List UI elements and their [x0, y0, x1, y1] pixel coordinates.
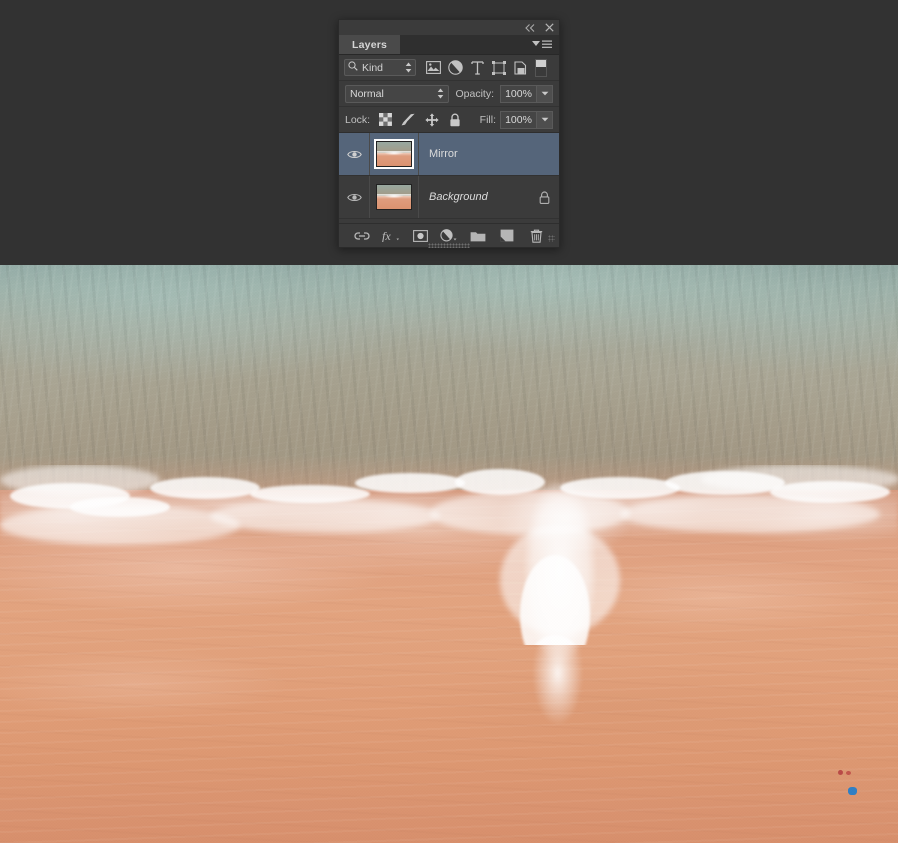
- layer-name-label: Background: [429, 191, 488, 203]
- opacity-dropdown-icon[interactable]: [536, 84, 553, 103]
- fill-field[interactable]: 100%: [500, 110, 553, 129]
- beach-aerial-thumbnail[interactable]: [374, 139, 414, 169]
- tab-layers[interactable]: Layers: [339, 35, 401, 54]
- filter-shape-layers-icon[interactable]: [488, 57, 510, 79]
- new-group-icon[interactable]: [469, 227, 487, 245]
- filter-type-icons[interactable]: [422, 57, 547, 79]
- new-layer-icon[interactable]: [498, 227, 516, 245]
- fill-dropdown-icon[interactable]: [536, 110, 553, 129]
- new-adjustment-layer-icon[interactable]: [440, 227, 458, 245]
- photoshop-workspace: Layers Kind Normal Opacity: 100% Lock: F…: [0, 0, 898, 843]
- panel-titlebar[interactable]: [339, 20, 559, 35]
- filter-kind-label: Kind: [362, 61, 384, 74]
- lock-label: Lock:: [345, 113, 371, 126]
- fill-value[interactable]: 100%: [500, 110, 536, 129]
- opacity-label: Opacity:: [455, 87, 494, 100]
- filter-toggle-switch[interactable]: [535, 58, 547, 77]
- layer-name-cell[interactable]: Mirror: [419, 148, 529, 160]
- lock-position-icon[interactable]: [422, 110, 441, 129]
- blend-mode-spinner-icon[interactable]: [437, 88, 444, 99]
- beach-aerial-thumbnail[interactable]: [376, 184, 412, 210]
- layer-row-background[interactable]: Background: [339, 176, 559, 219]
- add-layer-mask-icon[interactable]: [411, 227, 429, 245]
- lock-transparent-pixels-icon[interactable]: [376, 110, 395, 129]
- filter-kind-spinner-icon[interactable]: [405, 62, 412, 73]
- layer-name-label: Mirror: [429, 148, 458, 160]
- blend-mode-select[interactable]: Normal: [345, 84, 450, 103]
- filter-smart-objects-icon[interactable]: [510, 57, 532, 79]
- panel-menu-button[interactable]: [531, 35, 559, 54]
- layer-visibility-toggle[interactable]: [339, 149, 369, 160]
- layer-filter-row[interactable]: Kind: [339, 55, 559, 81]
- fill-label: Fill:: [479, 113, 496, 126]
- photo-grain: [0, 265, 898, 843]
- filter-adjustment-layers-icon[interactable]: [444, 57, 466, 79]
- layer-visibility-toggle[interactable]: [339, 192, 369, 203]
- layer-style-fx-icon[interactable]: fx: [382, 227, 400, 245]
- lock-image-pixels-icon[interactable]: [399, 110, 418, 129]
- panel-body: Kind Normal Opacity: 100% Lock: Fill: 10…: [339, 55, 559, 219]
- opacity-value[interactable]: 100%: [500, 84, 536, 103]
- panel-tab-strip[interactable]: Layers: [339, 35, 559, 55]
- layer-list[interactable]: Mirror Background: [339, 133, 559, 219]
- tab-layers-label: Layers: [352, 38, 388, 51]
- svg-text:fx: fx: [382, 229, 391, 242]
- filter-kind-select[interactable]: Kind: [344, 59, 416, 76]
- image-canvas[interactable]: [0, 265, 898, 843]
- panel-resize-grip[interactable]: [548, 235, 555, 242]
- layer-lock-indicator: [529, 190, 559, 204]
- layer-thumbnail-cell[interactable]: [369, 133, 419, 175]
- layers-panel[interactable]: Layers Kind Normal Opacity: 100% Lock: F…: [338, 19, 560, 248]
- opacity-field[interactable]: 100%: [500, 84, 553, 103]
- lock-fill-row[interactable]: Lock: Fill: 100%: [339, 107, 559, 133]
- lock-all-icon[interactable]: [445, 110, 464, 129]
- search-icon: [348, 61, 358, 74]
- panel-drag-handle[interactable]: [428, 243, 470, 248]
- blend-mode-value: Normal: [350, 87, 384, 100]
- collapse-to-icons-icon[interactable]: [525, 23, 536, 32]
- layer-thumbnail-cell[interactable]: [369, 176, 419, 218]
- layer-name-cell[interactable]: Background: [419, 191, 529, 203]
- blend-opacity-row[interactable]: Normal Opacity: 100%: [339, 81, 559, 107]
- filter-type-layers-icon[interactable]: [466, 57, 488, 79]
- tab-strip-spacer: [400, 35, 531, 54]
- link-layers-icon[interactable]: [353, 227, 371, 245]
- delete-layer-icon[interactable]: [527, 227, 545, 245]
- layer-row-mirror[interactable]: Mirror: [339, 133, 559, 176]
- close-icon[interactable]: [545, 23, 554, 32]
- filter-pixel-layers-icon[interactable]: [422, 57, 444, 79]
